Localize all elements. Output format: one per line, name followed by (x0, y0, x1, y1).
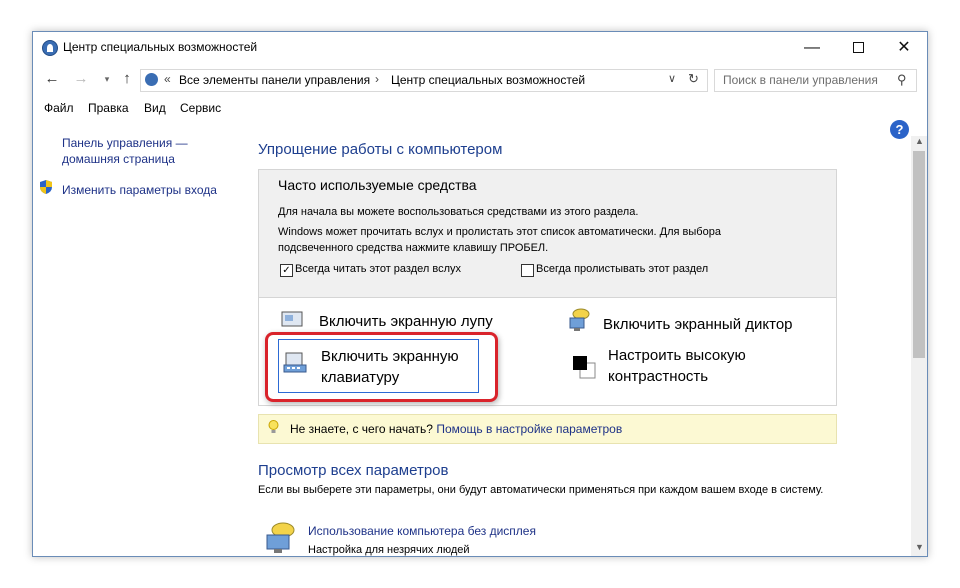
common-tools-header: Часто используемые средства Для начала в… (259, 170, 836, 298)
address-bar[interactable]: « Все элементы панели управления › Центр… (140, 69, 708, 92)
change-signin-settings-link[interactable]: Изменить параметры входа (62, 182, 217, 198)
section-heading-all: Просмотр всех параметров (258, 462, 449, 479)
use-without-display-link[interactable]: Использование компьютера без дисплея (308, 524, 536, 538)
search-input[interactable]: Поиск в панели управления (723, 73, 878, 87)
read-aloud-checkbox[interactable]: ✓ (280, 264, 293, 277)
breadcrumb-current[interactable]: Центр специальных возможностей (391, 73, 585, 87)
scroll-down-icon[interactable]: ▼ (915, 542, 924, 552)
title-bar[interactable]: Центр специальных возможностей — ✕ (33, 32, 927, 63)
use-without-display-desc: Настройка для незрячих людей (308, 544, 470, 556)
scroll-up-icon[interactable]: ▲ (915, 136, 924, 146)
ease-of-access-icon (42, 40, 58, 56)
panel-title: Часто используемые средства (278, 177, 477, 193)
menu-tools[interactable]: Сервис (180, 101, 221, 115)
refresh-icon[interactable]: ↻ (688, 71, 699, 87)
scroll-thumb[interactable] (913, 151, 925, 358)
start-on-screen-keyboard-link[interactable]: Включить экранную клавиатуру (321, 346, 459, 388)
no-display-icon (266, 522, 295, 553)
lightbulb-icon (268, 420, 279, 438)
navigation-bar: ← → ▾ ↑ « Все элементы панели управления… (33, 63, 927, 95)
start-magnifier-link[interactable]: Включить экранную лупу (319, 311, 493, 329)
keyboard-icon (283, 352, 307, 373)
magnifier-icon (281, 311, 303, 327)
start-narrator-link[interactable]: Включить экранный диктор (603, 314, 793, 335)
up-button[interactable]: ↑ (117, 69, 137, 89)
shield-icon (40, 180, 52, 194)
search-box[interactable]: Поиск в панели управления ⚲ (714, 69, 917, 92)
breadcrumb-overflow-icon[interactable]: « (164, 72, 171, 86)
control-panel-window: Центр специальных возможностей — ✕ ← → ▾… (32, 31, 928, 557)
control-panel-icon (145, 73, 158, 86)
home-link-line1: Панель управления — (62, 136, 188, 150)
read-aloud-label[interactable]: Всегда читать этот раздел вслух (295, 263, 461, 275)
high-contrast-icon (573, 356, 596, 379)
search-icon[interactable]: ⚲ (897, 72, 907, 88)
vertical-scrollbar[interactable]: ▲ ▼ (911, 136, 927, 556)
address-dropdown-icon[interactable]: ∨ (668, 72, 676, 85)
minimize-button[interactable]: — (789, 32, 835, 63)
keyboard-line2: клавиатуру (321, 369, 400, 386)
close-button[interactable]: ✕ (881, 32, 927, 63)
breadcrumb-separator-icon[interactable]: › (375, 72, 379, 86)
hint-question: Не знаете, с чего начать? (290, 422, 433, 436)
hint-text: Не знаете, с чего начать? Помощь в настр… (290, 422, 622, 436)
maximize-icon (852, 42, 864, 54)
auto-scan-label[interactable]: Всегда пролистывать этот раздел (536, 263, 708, 275)
section-heading-ease: Упрощение работы с компьютером (258, 141, 503, 158)
menu-view[interactable]: Вид (144, 101, 166, 115)
help-icon[interactable]: ? (890, 120, 909, 139)
menu-edit[interactable]: Правка (88, 101, 129, 115)
setup-help-link[interactable]: Помощь в настройке параметров (436, 422, 622, 436)
breadcrumb-all-items[interactable]: Все элементы панели управления (179, 73, 370, 87)
keyboard-line1: Включить экранную (321, 348, 459, 365)
contrast-line2: контрастность (608, 368, 709, 385)
back-button[interactable]: ← (42, 69, 62, 89)
set-high-contrast-link[interactable]: Настроить высокую контрастность (608, 345, 746, 387)
forward-button[interactable]: → (71, 69, 91, 89)
home-link-line2: домашняя страница (62, 152, 175, 166)
menu-file[interactable]: Файл (44, 101, 74, 115)
narrator-icon (569, 308, 590, 331)
panel-desc-line2: подсвеченного средства нажмите клавишу П… (278, 242, 549, 254)
window-title: Центр специальных возможностей (63, 40, 258, 54)
recent-locations-button[interactable]: ▾ (97, 69, 117, 89)
hint-bar: Не знаете, с чего начать? Помощь в настр… (258, 414, 837, 444)
maximize-button[interactable] (835, 32, 881, 63)
on-screen-keyboard-focus[interactable]: Включить экранную клавиатуру (278, 339, 479, 393)
section-description: Если вы выберете эти параметры, они буду… (258, 484, 824, 496)
auto-scan-checkbox[interactable] (521, 264, 534, 277)
control-panel-home-link[interactable]: Панель управления — домашняя страница (62, 135, 188, 167)
contrast-line1: Настроить высокую (608, 347, 746, 364)
menu-bar: Файл Правка Вид Сервис (33, 95, 927, 119)
panel-intro: Для начала вы можете воспользоваться сре… (278, 206, 639, 218)
panel-desc-line1: Windows может прочитать вслух и пролиста… (278, 226, 721, 238)
